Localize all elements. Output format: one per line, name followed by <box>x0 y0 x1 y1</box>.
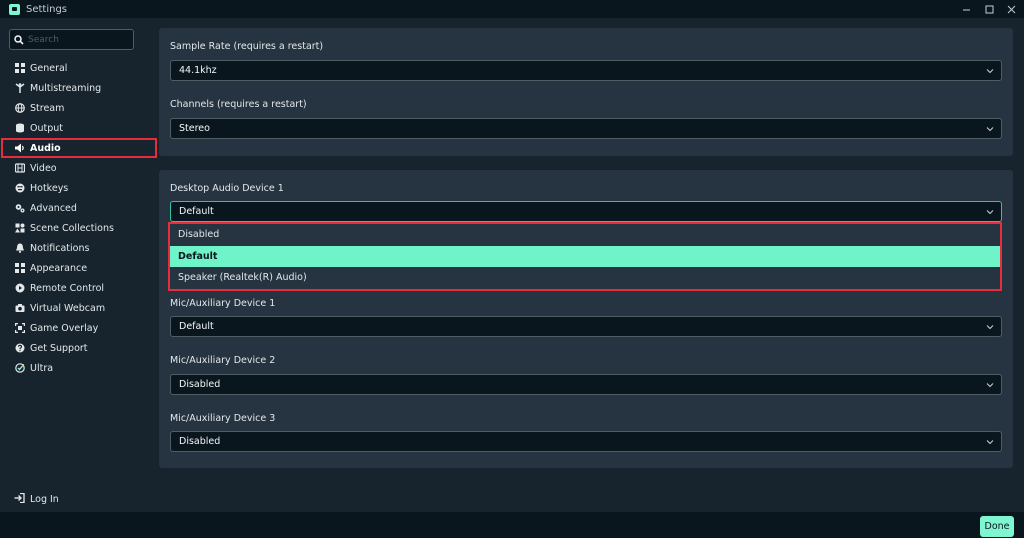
settings-content: Sample Rate (requires a restart) 44.1khz… <box>158 18 1024 512</box>
desktop-audio-1-value: Default <box>179 206 214 217</box>
sidebar-item-advanced[interactable]: Advanced <box>0 198 158 218</box>
sidebar-item-label: Output <box>30 122 63 134</box>
login-label: Log In <box>30 494 59 505</box>
window-title: Settings <box>26 3 68 15</box>
settings-nav: General Multistreaming Stream Output Aud… <box>0 58 158 378</box>
sidebar-item-label: Scene Collections <box>30 222 114 234</box>
sidebar-item-general[interactable]: General <box>0 58 158 78</box>
settings-sidebar: General Multistreaming Stream Output Aud… <box>0 18 158 512</box>
maximize-icon[interactable] <box>978 0 1000 18</box>
sidebar-item-ultra[interactable]: Ultra <box>0 358 158 378</box>
sidebar-item-get-support[interactable]: Get Support <box>0 338 158 358</box>
sidebar-item-stream[interactable]: Stream <box>0 98 158 118</box>
sidebar-item-label: Advanced <box>30 202 77 214</box>
search-box[interactable] <box>9 29 134 50</box>
mic-aux-2-label: Mic/Auxiliary Device 2 <box>170 355 276 366</box>
search-input[interactable] <box>28 34 128 45</box>
ultra-icon <box>14 363 25 374</box>
collections-icon <box>14 223 25 234</box>
mic-aux-1-select[interactable]: Default <box>170 316 1002 337</box>
overlay-icon <box>14 323 25 334</box>
sidebar-item-scene-collections[interactable]: Scene Collections <box>0 218 158 238</box>
mic-aux-2-value: Disabled <box>179 379 221 390</box>
chevron-down-icon <box>985 380 995 390</box>
bell-icon <box>14 243 25 254</box>
close-icon[interactable] <box>1000 0 1022 18</box>
app-logo-icon <box>9 3 20 15</box>
sidebar-item-audio[interactable]: Audio <box>1 138 157 158</box>
dropdown-option-speaker[interactable]: Speaker (Realtek(R) Audio) <box>170 267 1000 289</box>
database-icon <box>14 123 25 134</box>
chevron-down-icon <box>985 322 995 332</box>
sidebar-item-multistreaming[interactable]: Multistreaming <box>0 78 158 98</box>
film-icon <box>14 163 25 174</box>
login-icon <box>14 492 25 506</box>
footer-bar: Done <box>0 512 1024 538</box>
sidebar-item-label: Multistreaming <box>30 82 102 94</box>
title-bar: Settings <box>0 0 1024 18</box>
dropdown-option-default[interactable]: Default <box>170 245 1000 267</box>
sidebar-item-label: Ultra <box>30 362 54 374</box>
sidebar-item-label: Stream <box>30 102 65 114</box>
desktop-audio-1-dropdown: Disabled Default Speaker (Realtek(R) Aud… <box>168 222 1002 291</box>
channels-label: Channels (requires a restart) <box>170 99 307 110</box>
grid-icon <box>14 263 25 274</box>
multistream-icon <box>14 83 25 94</box>
desktop-audio-1-select[interactable]: Default <box>170 201 1002 222</box>
mic-aux-3-value: Disabled <box>179 436 221 447</box>
sidebar-item-video[interactable]: Video <box>0 158 158 178</box>
grid-icon <box>14 63 25 74</box>
sidebar-item-notifications[interactable]: Notifications <box>0 238 158 258</box>
sidebar-item-game-overlay[interactable]: Game Overlay <box>0 318 158 338</box>
channels-value: Stereo <box>179 123 210 134</box>
sidebar-item-label: Game Overlay <box>30 322 99 334</box>
question-icon <box>14 343 25 354</box>
globe-icon <box>14 103 25 114</box>
sidebar-item-label: General <box>30 62 68 74</box>
sidebar-item-label: Video <box>30 162 57 174</box>
sidebar-item-label: Get Support <box>30 342 88 354</box>
sidebar-item-label: Remote Control <box>30 282 105 294</box>
play-circle-icon <box>14 283 25 294</box>
dropdown-option-disabled[interactable]: Disabled <box>170 224 1000 246</box>
channels-select[interactable]: Stereo <box>170 118 1002 139</box>
chevron-down-icon <box>985 66 995 76</box>
keyboard-icon <box>14 183 25 194</box>
chevron-down-icon <box>985 124 995 134</box>
sidebar-item-appearance[interactable]: Appearance <box>0 258 158 278</box>
gears-icon <box>14 203 25 214</box>
mic-aux-1-value: Default <box>179 321 214 332</box>
camera-icon <box>14 303 25 314</box>
sample-rate-select[interactable]: 44.1khz <box>170 60 1002 81</box>
sidebar-item-hotkeys[interactable]: Hotkeys <box>0 178 158 198</box>
sidebar-item-output[interactable]: Output <box>0 118 158 138</box>
chevron-down-icon <box>985 437 995 447</box>
sidebar-item-label: Audio <box>30 142 61 154</box>
audio-devices-card: Desktop Audio Device 1 Default Mic/Auxil… <box>159 170 1013 468</box>
sample-rate-label: Sample Rate (requires a restart) <box>170 41 324 52</box>
mic-aux-1-label: Mic/Auxiliary Device 1 <box>170 298 276 309</box>
desktop-audio-1-label: Desktop Audio Device 1 <box>170 183 284 194</box>
chevron-down-icon <box>985 207 995 217</box>
search-icon <box>10 34 28 45</box>
sample-rate-value: 44.1khz <box>179 65 217 76</box>
sidebar-item-label: Notifications <box>30 242 90 254</box>
sidebar-item-label: Virtual Webcam <box>30 302 106 314</box>
minimize-icon[interactable] <box>955 0 977 18</box>
mic-aux-2-select[interactable]: Disabled <box>170 374 1002 395</box>
sidebar-item-label: Hotkeys <box>30 182 69 194</box>
sidebar-item-label: Appearance <box>30 262 88 274</box>
audio-format-card: Sample Rate (requires a restart) 44.1khz… <box>159 28 1013 156</box>
sidebar-item-virtual-webcam[interactable]: Virtual Webcam <box>0 298 158 318</box>
login-button[interactable]: Log In <box>14 492 59 506</box>
speaker-icon <box>14 143 25 154</box>
sidebar-item-remote-control[interactable]: Remote Control <box>0 278 158 298</box>
mic-aux-3-label: Mic/Auxiliary Device 3 <box>170 413 276 424</box>
done-button[interactable]: Done <box>980 516 1014 537</box>
mic-aux-3-select[interactable]: Disabled <box>170 431 1002 452</box>
